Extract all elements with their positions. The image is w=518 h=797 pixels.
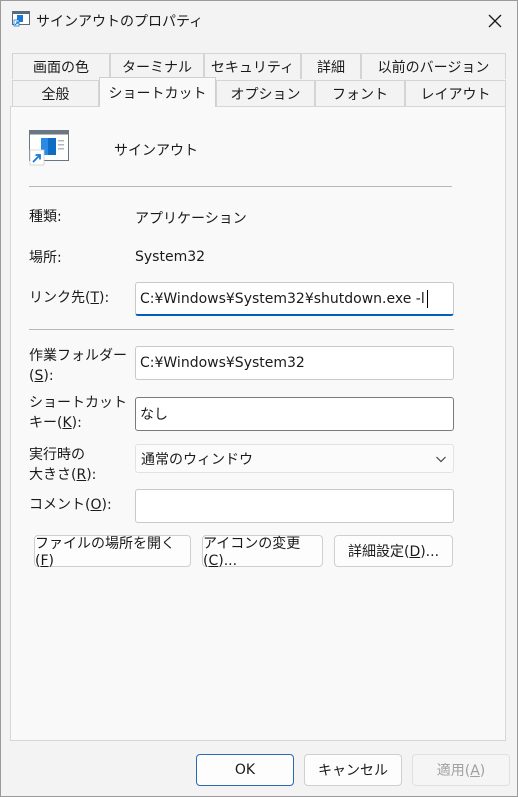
startin-value: C:¥Windows¥System32 <box>140 355 305 371</box>
hotkey-label: ショートカット キー(K): <box>29 395 127 431</box>
properties-window: サインアウトのプロパティ 画面の色 ターミナル セキュリティ 詳細 以前のバージ… <box>0 0 518 797</box>
tab-terminal[interactable]: ターミナル <box>110 53 204 79</box>
chevron-down-icon <box>436 456 446 463</box>
close-icon <box>488 14 502 28</box>
hotkey-field[interactable]: なし <box>135 397 454 431</box>
tab-options[interactable]: オプション <box>216 80 315 106</box>
run-size-select[interactable]: 通常のウィンドウ <box>135 444 454 473</box>
hotkey-value: なし <box>140 407 168 423</box>
location-label: 場所: <box>29 250 62 266</box>
tab-label: フォント <box>332 86 388 103</box>
change-icon-button[interactable]: アイコンの変更(C)... <box>202 535 323 569</box>
type-value: アプリケーション <box>135 211 247 227</box>
cancel-button[interactable]: キャンセル <box>304 754 402 786</box>
button-label: 詳細設定(D)... <box>347 544 440 560</box>
tab-layout[interactable]: レイアウト <box>405 80 506 106</box>
tab-label: 以前のバージョン <box>377 59 490 76</box>
button-label: ファイルの場所を開く(F) <box>35 536 175 569</box>
tab-label: ショートカット <box>108 85 207 102</box>
tab-security[interactable]: セキュリティ <box>204 53 301 79</box>
comment-label: コメント(O): <box>29 497 112 513</box>
comment-field[interactable] <box>135 489 454 523</box>
close-button[interactable] <box>481 7 509 35</box>
open-file-location-button[interactable]: ファイルの場所を開く(F) <box>34 535 191 569</box>
tab-font[interactable]: フォント <box>315 80 405 106</box>
tab-shortcut[interactable]: ショートカット <box>99 77 216 107</box>
tab-label: 詳細 <box>317 59 345 76</box>
window-title: サインアウトのプロパティ <box>36 14 204 30</box>
type-label: 種類: <box>29 209 62 225</box>
divider <box>29 186 452 187</box>
ok-button[interactable]: OK <box>196 754 294 786</box>
target-field[interactable]: C:¥Windows¥System32¥shutdown.exe -l <box>135 282 454 316</box>
tab-details[interactable]: 詳細 <box>301 53 361 79</box>
text-caret <box>426 289 428 308</box>
title-bar: サインアウトのプロパティ <box>1 1 517 41</box>
tab-colors[interactable]: 画面の色 <box>12 53 110 79</box>
target-value: C:¥Windows¥System32¥shutdown.exe -l <box>140 290 425 307</box>
tab-label: 画面の色 <box>33 59 89 76</box>
button-label: アイコンの変更(C)... <box>203 536 301 569</box>
button-label: キャンセル <box>318 763 388 779</box>
button-label: OK <box>234 762 256 778</box>
startin-label: 作業フォルダー (S): <box>29 348 127 384</box>
target-label: リンク先(T): <box>29 290 110 306</box>
divider <box>29 329 454 330</box>
run-label: 実行時の 大きさ(R): <box>29 447 97 483</box>
advanced-button[interactable]: 詳細設定(D)... <box>334 535 453 567</box>
tab-label: セキュリティ <box>210 59 295 76</box>
tab-label: オプション <box>230 86 301 103</box>
shortcut-name: サインアウト <box>114 143 198 159</box>
run-size-value: 通常のウィンドウ <box>141 451 253 468</box>
startin-field[interactable]: C:¥Windows¥System32 <box>135 346 454 380</box>
tab-label: 全般 <box>41 86 70 103</box>
location-value: System32 <box>135 249 206 265</box>
shortcut-icon <box>12 11 30 27</box>
tab-label: ターミナル <box>122 59 192 76</box>
apply-button[interactable]: 適用(A) <box>412 754 510 786</box>
tab-general[interactable]: 全般 <box>12 80 99 106</box>
tab-previous-versions[interactable]: 以前のバージョン <box>361 53 506 79</box>
tab-label: レイアウト <box>420 86 491 103</box>
button-label: 適用(A) <box>436 763 486 779</box>
signout-shortcut-icon <box>29 130 69 166</box>
